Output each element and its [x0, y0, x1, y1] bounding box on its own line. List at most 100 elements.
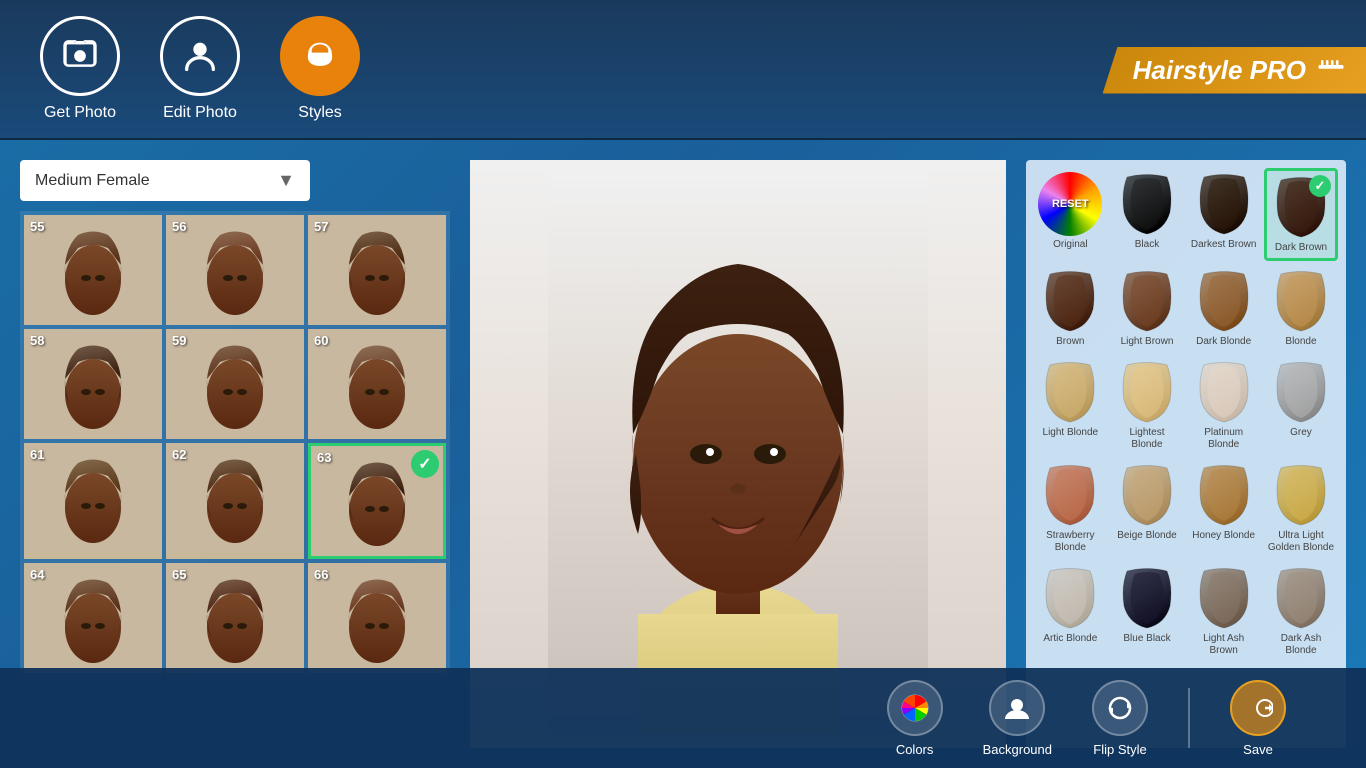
- color-item-original[interactable]: RESET Original: [1034, 168, 1107, 261]
- nav-item-styles[interactable]: Styles: [280, 16, 360, 122]
- color-swatch-blue-black: [1115, 566, 1179, 630]
- style-item-62[interactable]: 62: [166, 443, 304, 559]
- nav-item-edit-photo[interactable]: Edit Photo: [160, 16, 240, 122]
- color-item-dark-blonde[interactable]: Dark Blonde: [1187, 265, 1260, 352]
- style-item-55[interactable]: 55: [24, 215, 162, 325]
- style-num-64: 64: [30, 567, 44, 582]
- style-num-66: 66: [314, 567, 328, 582]
- colors-panel: RESET Original Black: [1026, 160, 1346, 748]
- color-swatch-strawberry-blonde: [1038, 463, 1102, 527]
- color-swatch-ultra-light-golden-blonde: [1269, 463, 1333, 527]
- color-swatch-light-brown: [1115, 269, 1179, 333]
- style-num-65: 65: [172, 567, 186, 582]
- save-icon: [1243, 693, 1273, 723]
- color-label-dark-brown: Dark Brown: [1275, 242, 1327, 254]
- logo-area: Hairstyle PRO: [1103, 0, 1366, 140]
- color-item-light-ash-brown[interactable]: Light Ash Brown: [1187, 562, 1260, 661]
- preview-image: [470, 160, 1006, 748]
- style-num-62: 62: [172, 447, 186, 462]
- color-label-beige-blonde: Beige Blonde: [1117, 530, 1177, 542]
- style-num-57: 57: [314, 219, 328, 234]
- color-label-strawberry-blonde: Strawberry Blonde: [1036, 530, 1105, 554]
- color-swatch-beige-blonde: [1115, 463, 1179, 527]
- color-swatch-grey: [1269, 360, 1333, 424]
- color-label-dark-ash-blonde: Dark Ash Blonde: [1266, 633, 1336, 657]
- dropdown-label: Medium Female: [35, 172, 150, 190]
- color-item-brown[interactable]: Brown: [1034, 265, 1107, 352]
- colors-icon-circle: [887, 680, 943, 736]
- color-label-platinum-blonde: Platinum Blonde: [1189, 427, 1258, 451]
- color-label-light-brown: Light Brown: [1121, 336, 1174, 348]
- color-label-light-blonde: Light Blonde: [1043, 427, 1099, 439]
- person-preview-svg: [548, 174, 928, 734]
- color-swatch-dark-ash-blonde: [1269, 566, 1333, 630]
- reset-swatch: RESET: [1038, 172, 1102, 236]
- style-item-57[interactable]: 57: [308, 215, 446, 325]
- color-item-strawberry-blonde[interactable]: Strawberry Blonde: [1034, 459, 1107, 558]
- color-item-artic-blonde[interactable]: Artic Blonde: [1034, 562, 1107, 661]
- color-item-blue-black[interactable]: Blue Black: [1111, 562, 1184, 661]
- background-icon-circle: [989, 680, 1045, 736]
- styles-panel: Medium Female ▼: [20, 160, 450, 748]
- color-label-lightest-blonde: Lightest Blonde: [1113, 427, 1182, 451]
- style-item-61[interactable]: 61: [24, 443, 162, 559]
- color-label-brown: Brown: [1056, 336, 1084, 348]
- color-item-platinum-blonde[interactable]: Platinum Blonde: [1187, 356, 1260, 455]
- save-button[interactable]: Save: [1210, 670, 1306, 767]
- style-item-60[interactable]: 60: [308, 329, 446, 439]
- dropdown-container: Medium Female ▼: [20, 160, 450, 201]
- style-item-65[interactable]: 65: [166, 563, 304, 673]
- color-item-lightest-blonde[interactable]: Lightest Blonde: [1111, 356, 1184, 455]
- color-item-dark-brown[interactable]: Dark Brown: [1264, 168, 1338, 261]
- color-label-ultra-light-golden-blonde: Ultra Light Golden Blonde: [1266, 530, 1336, 554]
- style-num-55: 55: [30, 219, 44, 234]
- color-swatch-dark-blonde: [1192, 269, 1256, 333]
- flip-style-icon-circle: [1092, 680, 1148, 736]
- background-label: Background: [983, 742, 1052, 757]
- color-label-blue-black: Blue Black: [1123, 633, 1170, 645]
- nav-item-get-photo[interactable]: Get Photo: [40, 16, 120, 122]
- color-label-original: Original: [1053, 239, 1087, 251]
- style-item-59[interactable]: 59: [166, 329, 304, 439]
- color-item-light-brown[interactable]: Light Brown: [1111, 265, 1184, 352]
- color-item-grey[interactable]: Grey: [1264, 356, 1338, 455]
- nav-icon-get-photo: [40, 16, 120, 96]
- color-item-black[interactable]: Black: [1111, 168, 1184, 261]
- color-item-beige-blonde[interactable]: Beige Blonde: [1111, 459, 1184, 558]
- background-button[interactable]: Background: [963, 670, 1072, 767]
- nav-label-styles: Styles: [298, 104, 342, 122]
- color-swatch-honey-blonde: [1192, 463, 1256, 527]
- nav-label-get-photo: Get Photo: [44, 104, 116, 122]
- color-item-dark-ash-blonde[interactable]: Dark Ash Blonde: [1264, 562, 1338, 661]
- color-swatch-light-blonde: [1038, 360, 1102, 424]
- style-item-66[interactable]: 66: [308, 563, 446, 673]
- category-dropdown[interactable]: Medium Female ▼: [20, 160, 310, 201]
- color-item-honey-blonde[interactable]: Honey Blonde: [1187, 459, 1260, 558]
- nav-icon-edit-photo: [160, 16, 240, 96]
- camera-icon: [60, 36, 100, 76]
- style-item-56[interactable]: 56: [166, 215, 304, 325]
- color-item-light-blonde[interactable]: Light Blonde: [1034, 356, 1107, 455]
- colors-icon: [900, 693, 930, 723]
- color-label-artic-blonde: Artic Blonde: [1043, 633, 1097, 645]
- toolbar-divider: [1188, 688, 1190, 748]
- nav-icon-styles: [280, 16, 360, 96]
- color-item-blonde[interactable]: Blonde: [1264, 265, 1338, 352]
- hair-icon: [300, 36, 340, 76]
- save-icon-circle: [1230, 680, 1286, 736]
- dropdown-arrow-icon: ▼: [277, 170, 295, 191]
- style-item-64[interactable]: 64: [24, 563, 162, 673]
- nav-items: Get Photo Edit Photo Styles: [40, 16, 360, 122]
- style-item-63[interactable]: 63 ✓: [308, 443, 446, 559]
- preview-panel: [470, 160, 1006, 748]
- color-item-ultra-light-golden-blonde[interactable]: Ultra Light Golden Blonde: [1264, 459, 1338, 558]
- style-item-58[interactable]: 58: [24, 329, 162, 439]
- color-label-black: Black: [1135, 239, 1159, 251]
- color-swatch-blonde: [1269, 269, 1333, 333]
- style-num-61: 61: [30, 447, 44, 462]
- nav-label-edit-photo: Edit Photo: [163, 104, 237, 122]
- colors-button[interactable]: Colors: [867, 670, 963, 767]
- flip-style-button[interactable]: Flip Style: [1072, 670, 1168, 767]
- style-num-63: 63: [317, 450, 331, 465]
- color-item-darkest-brown[interactable]: Darkest Brown: [1187, 168, 1260, 261]
